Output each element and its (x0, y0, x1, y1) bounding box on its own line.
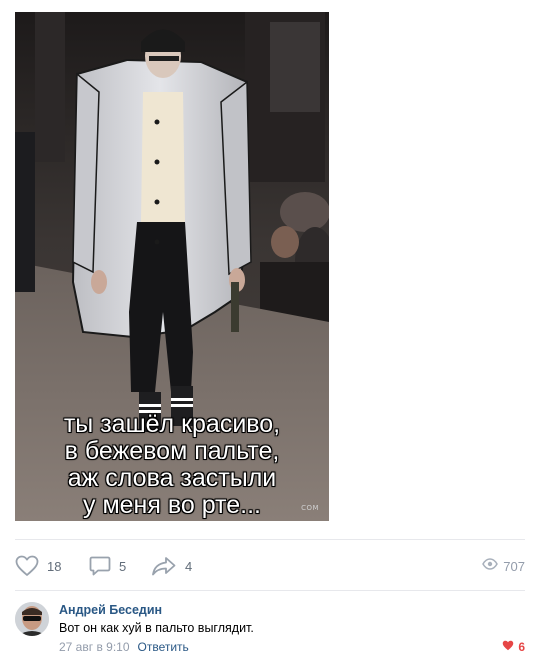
share-arrow-icon (151, 555, 177, 577)
comment-count: 5 (119, 558, 127, 574)
image-watermark: COM (301, 504, 319, 512)
caption-line: в бежевом пальте, (64, 437, 280, 465)
speech-bubble-icon (89, 555, 111, 577)
heart-outline-icon (15, 555, 39, 577)
views-count: 707 (503, 558, 525, 574)
comment-meta: 27 авг в 9:10 Ответить (59, 640, 189, 654)
divider (15, 590, 525, 591)
comment-date[interactable]: 27 авг в 9:10 (59, 640, 130, 654)
caption-line: аж слова застыли (67, 464, 277, 492)
views-counter: 707 (482, 550, 525, 582)
caption-line: ты зашёл красиво, (63, 410, 281, 438)
comment-like-button[interactable]: 6 (502, 638, 525, 656)
post-image[interactable]: ты зашёл красиво, в бежевом пальте, аж с… (15, 12, 329, 521)
like-count: 18 (47, 558, 62, 574)
comment-text: Вот он как хуй в пальто выглядит. (59, 621, 254, 635)
caption-line: у меня во рте... (83, 491, 261, 519)
comment-item: Андрей Беседин Вот он как хуй в пальто в… (15, 600, 525, 660)
like-button[interactable]: 18 (15, 550, 61, 582)
meme-caption: ты зашёл красиво, в бежевом пальте, аж с… (15, 411, 329, 519)
heart-filled-icon (502, 638, 514, 656)
share-button[interactable]: 4 (151, 550, 192, 582)
comment-author[interactable]: Андрей Беседин (59, 603, 162, 617)
avatar[interactable] (15, 602, 49, 636)
share-count: 4 (185, 558, 193, 574)
divider (15, 539, 525, 540)
post-actions-bar: 18 5 4 707 (15, 550, 525, 582)
comment-button[interactable]: 5 (89, 550, 126, 582)
comment-like-count: 6 (518, 640, 525, 654)
reply-button[interactable]: Ответить (138, 640, 189, 654)
eye-icon (482, 557, 499, 575)
